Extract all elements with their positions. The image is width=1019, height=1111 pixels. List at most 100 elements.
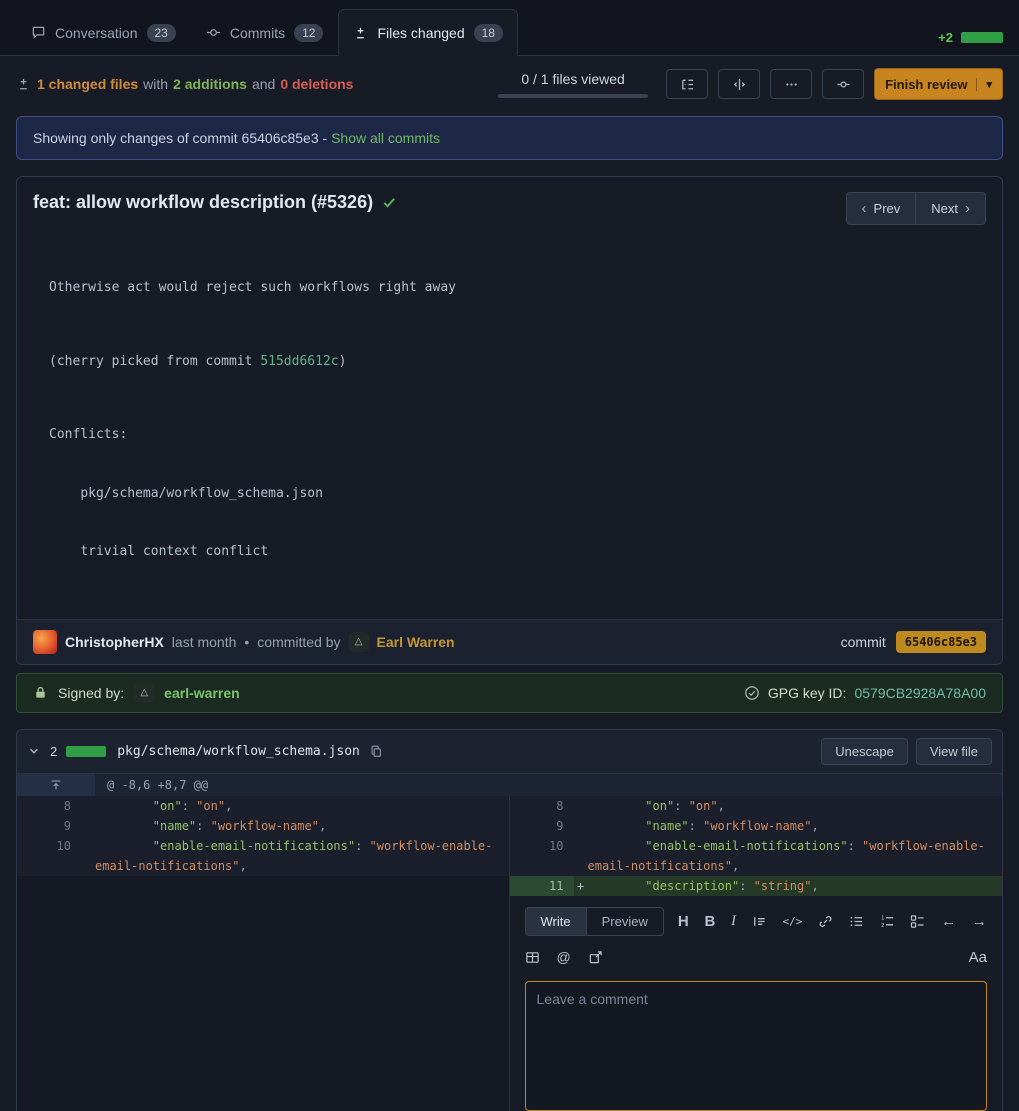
svg-text:2: 2 [881,923,884,929]
link-icon[interactable] [818,914,833,929]
new-code: "on": "on", [588,796,1003,816]
pr-diffstat: +2 [938,30,1003,55]
ordered-list-icon[interactable]: 12 [880,914,895,929]
commit-hash-badge[interactable]: 65406c85e3 [896,631,986,653]
commits-count-badge: 12 [294,24,323,42]
unordered-list-icon[interactable] [849,914,864,929]
lock-icon [33,685,48,700]
task-list-icon[interactable] [910,914,925,929]
line-sign [81,816,95,836]
code-icon[interactable]: </> [783,915,803,928]
arrow-right-icon[interactable]: → [972,913,987,930]
changed-files-count: 1 changed files [37,76,138,92]
tab-preview[interactable]: Preview [587,908,663,935]
diff-right-cell: 8 "on": "on", [510,796,1003,816]
commit-status-check-icon[interactable] [382,195,397,210]
expand-hunk-button[interactable] [17,774,95,796]
svg-text:1: 1 [881,915,884,921]
view-file-button[interactable]: View file [916,738,992,765]
prev-commit-button[interactable]: ‹ Prev [846,192,917,225]
diff-file-header: 2 pkg/schema/workflow_schema.json Unesca… [17,730,1002,773]
files-viewed-label: 0 / 1 files viewed [521,71,625,87]
new-line-number[interactable]: 9 [510,816,574,836]
text-size-toggle[interactable]: Aa [969,949,987,966]
diff-icon [353,26,368,41]
changed-files-summary: 1 changed files with 2 additions and 0 d… [37,76,353,92]
comment-bubble-icon [31,25,46,40]
blockquote-icon[interactable] [752,914,767,929]
reference-icon[interactable] [588,950,603,965]
with-word: with [143,76,168,92]
new-line-number[interactable]: 8 [510,796,574,816]
files-viewed-progressbar [498,94,648,98]
toolbar-right: 0 / 1 files viewed Finish review ▾ [498,68,1003,100]
tab-write[interactable]: Write [526,908,587,935]
old-line-number[interactable]: 10 [17,836,81,876]
cherry-suffix: ) [339,354,347,369]
commit-pager: ‹ Prev Next › [846,192,986,225]
commit-cherry-pick-line: (cherry picked from commit 515dd6612c) [49,352,986,372]
diffstat-additions: +2 [938,30,953,45]
committed-by-label: committed by [257,634,340,650]
copy-filename-icon[interactable] [369,744,383,758]
conflict-note-line: trivial context conflict [49,542,986,562]
new-code: "description": "string", [588,876,1003,896]
commit-filter-banner: Showing only changes of commit 65406c85e… [16,116,1003,160]
arrow-left-icon[interactable]: ← [941,913,956,930]
conflict-file-line: pkg/schema/workflow_schema.json [49,484,986,504]
next-commit-button[interactable]: Next › [915,192,986,225]
mention-icon[interactable]: @ [557,949,571,965]
diff-row-added: 11 + "description": "string", [17,876,1002,896]
tab-conversation[interactable]: Conversation 23 [16,9,191,55]
unescape-button[interactable]: Unescape [821,738,908,765]
diff-row: 8 "on": "on", 8 "on": "on", [17,796,1002,816]
diff-right-cell: 9 "name": "workflow-name", [510,816,1003,836]
commit-box: feat: allow workflow description (#5326)… [16,176,1003,665]
file-tree-toggle-button[interactable] [666,69,708,99]
old-line-number[interactable]: 9 [17,816,81,836]
tab-files-changed-label: Files changed [377,25,464,41]
diff-bottom-row: Write Preview H B I </> [17,896,1002,1111]
diff-summary-icon [16,77,31,92]
commit-message: Otherwise act would reject such workflow… [17,237,1002,619]
signer-avatar[interactable]: △ [134,683,154,703]
caret-down-icon: ▾ [976,78,992,91]
bold-icon[interactable]: B [704,913,715,930]
committer-name-link[interactable]: Earl Warren [377,634,455,650]
cherry-pick-hash-link[interactable]: 515dd6612c [260,354,338,369]
tab-files-changed[interactable]: Files changed 18 [338,9,518,56]
ellipsis-icon [784,77,799,92]
author-avatar[interactable] [33,630,57,654]
show-all-commits-link[interactable]: Show all commits [331,130,440,146]
comment-textarea[interactable] [525,981,988,1111]
review-commit-button[interactable] [822,69,864,99]
new-line-number[interactable]: 10 [510,836,574,876]
new-code: "name": "workflow-name", [588,816,1003,836]
editor-toolbar: H B I </> 12 [678,913,987,930]
italic-icon[interactable]: I [731,913,736,930]
line-sign [574,836,588,876]
old-code: "enable-email-notifications": "workflow-… [95,836,509,876]
diff-view-style-button[interactable] [718,69,760,99]
committer-avatar[interactable]: △ [349,632,369,652]
signer-name-link[interactable]: earl-warren [164,685,239,701]
diff-right-added-cell: 11 + "description": "string", [510,876,1003,896]
hunk-header-text: @ -8,6 +8,7 @@ [95,774,220,796]
new-line-number[interactable]: 11 [510,876,574,896]
prev-label: Prev [874,201,901,216]
file-tree-icon [680,77,695,92]
finish-review-button[interactable]: Finish review ▾ [874,68,1003,100]
old-line-number[interactable]: 8 [17,796,81,816]
heading-icon[interactable]: H [678,913,689,930]
author-name-link[interactable]: ChristopherHX [65,634,164,650]
pr-tab-bar: Conversation 23 Commits 12 Files changed… [0,0,1019,56]
inline-comment-editor: Write Preview H B I </> [510,896,1003,1111]
split-view-icon [732,77,747,92]
diff-options-button[interactable] [770,69,812,99]
tab-commits[interactable]: Commits 12 [191,9,339,55]
table-icon[interactable] [525,950,540,965]
file-name: pkg/schema/workflow_schema.json [117,744,360,759]
collapse-file-chevron-icon[interactable] [27,744,41,758]
line-sign [574,816,588,836]
tab-conversation-label: Conversation [55,25,138,41]
